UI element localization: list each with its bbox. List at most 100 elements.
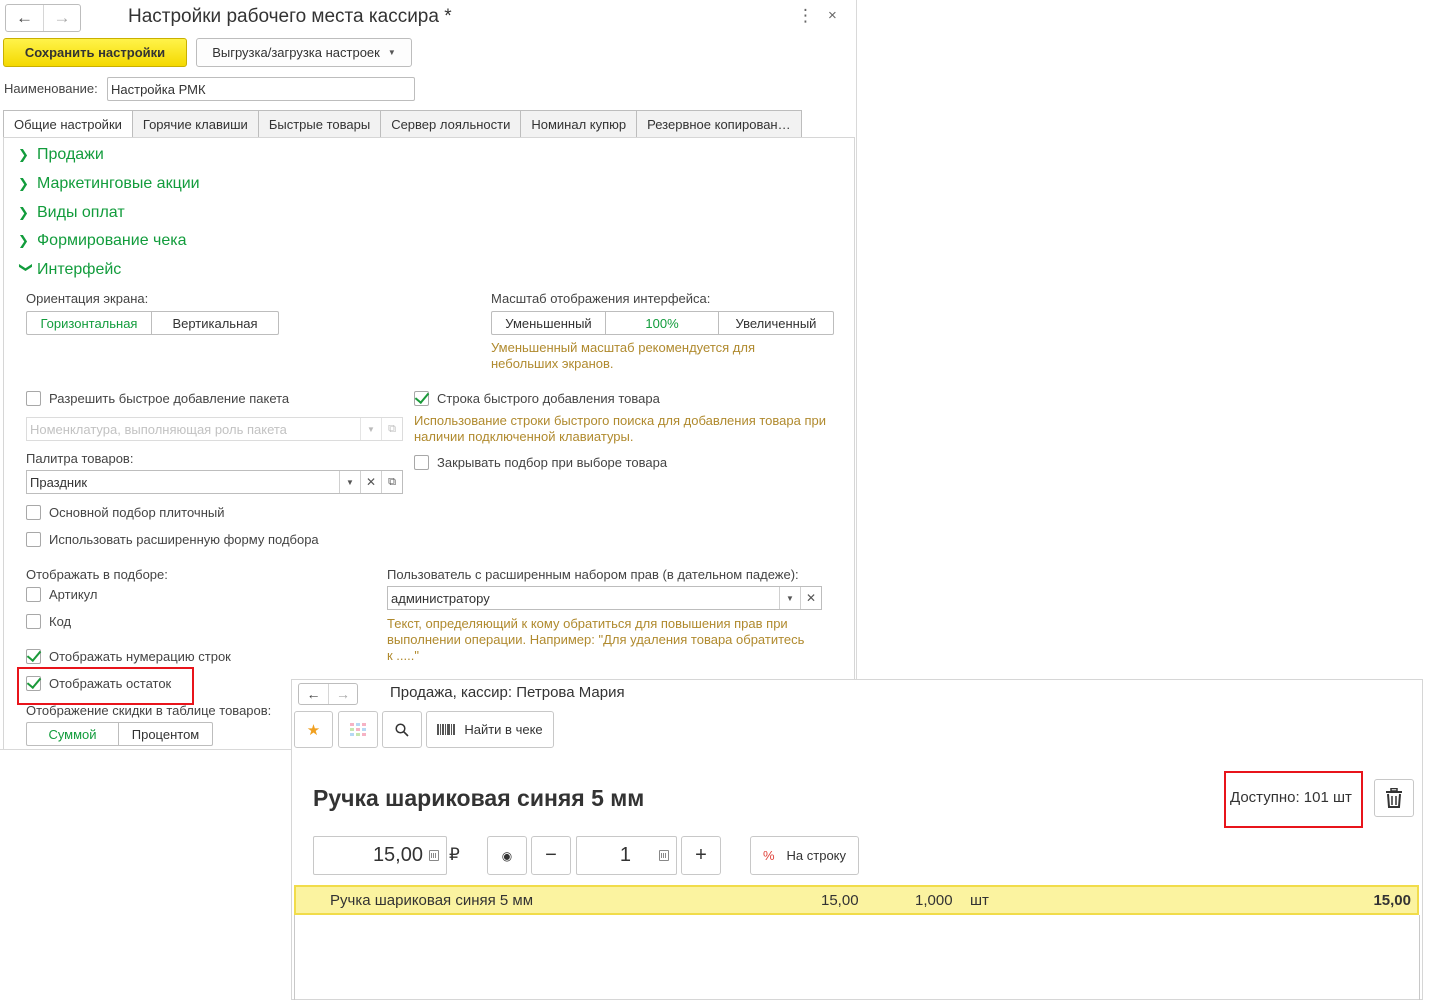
favorites-button[interactable]: ★: [294, 711, 333, 748]
palette-label: Палитра товаров:: [26, 451, 134, 466]
user-rights-hint: Текст, определяющий к кому обратиться дл…: [387, 616, 805, 663]
arrow-right-icon: →: [336, 686, 350, 702]
save-settings-button[interactable]: Сохранить настройки: [3, 38, 187, 67]
scale-label: Масштаб отображения интерфейса:: [491, 291, 711, 306]
caret-down-icon[interactable]: ▼: [339, 471, 360, 493]
clear-icon[interactable]: ✕: [800, 587, 821, 609]
checkbox-label: Разрешить быстрое добавление пакета: [49, 391, 290, 406]
table-row[interactable]: Ручка шариковая синяя 5 мм 15,00 1,000 ш…: [294, 885, 1419, 915]
section-payment-types[interactable]: ❯ Виды оплат: [18, 204, 125, 222]
quick-package-checkbox[interactable]: Разрешить быстрое добавление пакета: [26, 391, 289, 406]
scale-large[interactable]: Увеличенный: [718, 312, 833, 334]
name-input[interactable]: Настройка РМК: [107, 77, 415, 101]
section-label: Маркетинговые акции: [37, 175, 200, 192]
checkbox-box: [26, 649, 41, 664]
arrow-right-icon: →: [53, 8, 71, 27]
show-details-button[interactable]: ◉: [487, 836, 527, 875]
tab-hotkeys[interactable]: Горячие клавиши: [132, 110, 259, 138]
sale-window-title: Продажа, кассир: Петрова Мария: [390, 684, 625, 701]
orientation-horizontal[interactable]: Горизонтальная: [27, 312, 151, 334]
tile-selection-checkbox[interactable]: Основной подбор плиточный: [26, 505, 225, 520]
chevron-right-icon: ❯: [18, 147, 29, 162]
section-receipt[interactable]: ❯ Формирование чека: [18, 232, 187, 250]
tab-quick-items[interactable]: Быстрые товары: [258, 110, 382, 138]
discount-by-percent[interactable]: Процентом: [118, 723, 212, 745]
code-checkbox[interactable]: Код: [26, 614, 71, 629]
open-icon[interactable]: ⧉: [381, 471, 402, 493]
tab-loyalty-server[interactable]: Сервер лояльности: [381, 110, 522, 138]
row-total: 15,00: [1373, 891, 1411, 909]
article-checkbox[interactable]: Артикул: [26, 587, 97, 602]
calculator-icon[interactable]: [429, 850, 439, 861]
find-in-receipt-button[interactable]: Найти в чеке: [426, 711, 554, 748]
section-interface[interactable]: ❯ Интерфейс: [18, 261, 121, 279]
checkbox-label: Артикул: [49, 587, 98, 602]
package-item-placeholder: Номенклатура, выполняющая роль пакета: [30, 421, 287, 437]
nav-buttons: ← →: [5, 4, 81, 32]
decrease-quantity-button[interactable]: −: [531, 836, 571, 875]
chevron-right-icon: ❯: [18, 233, 29, 248]
section-sales[interactable]: ❯ Продажи: [18, 146, 104, 164]
discount-by-sum[interactable]: Суммой: [27, 723, 118, 745]
settings-window: ← → Настройки рабочего места кассира * ⋮…: [0, 0, 857, 750]
star-icon: ★: [306, 721, 321, 739]
tab-denominations[interactable]: Номинал купюр: [521, 110, 638, 138]
checkbox-box: [26, 587, 41, 602]
quantity-input[interactable]: 1: [576, 836, 677, 875]
section-marketing[interactable]: ❯ Маркетинговые акции: [18, 175, 200, 193]
quick-add-row-hint: Использование строки быстрого поиска для…: [414, 413, 826, 444]
orientation-selector: Горизонтальная Вертикальная: [26, 311, 279, 335]
more-icon[interactable]: ⋮: [797, 6, 814, 26]
palette-select[interactable]: Праздник ▼ ✕ ⧉: [26, 470, 403, 494]
row-name: Ручка шариковая синяя 5 мм: [330, 891, 534, 909]
tab-backup[interactable]: Резервное копирован…: [637, 110, 802, 138]
scale-small[interactable]: Уменьшенный: [492, 312, 605, 334]
search-button[interactable]: [382, 711, 422, 748]
user-rights-value: администратору: [391, 590, 490, 606]
line-discount-label: На строку: [786, 848, 847, 863]
currency-sign: ₽: [449, 845, 460, 864]
window-title: Настройки рабочего места кассира *: [128, 6, 452, 27]
back-button[interactable]: ←: [299, 684, 328, 704]
scale-hint: Уменьшенный масштаб рекомендуется для не…: [491, 340, 755, 371]
increase-quantity-button[interactable]: +: [681, 836, 721, 875]
export-import-label: Выгрузка/загрузка настроек: [212, 45, 380, 60]
calculator-icon[interactable]: [659, 850, 669, 861]
product-title: Ручка шариковая синяя 5 мм: [313, 785, 645, 811]
checkbox-label: Отображать нумерацию строк: [49, 649, 231, 664]
back-button[interactable]: ←: [6, 5, 43, 31]
tiles-icon: [350, 722, 366, 736]
close-icon[interactable]: ×: [828, 7, 837, 24]
checkbox-label: Код: [49, 614, 72, 629]
extended-form-checkbox[interactable]: Использовать расширенную форму подбора: [26, 532, 319, 547]
tiles-button[interactable]: [338, 711, 378, 748]
close-selection-checkbox[interactable]: Закрывать подбор при выборе товара: [414, 455, 667, 470]
arrow-left-icon: ←: [306, 686, 321, 702]
row-numbering-checkbox[interactable]: Отображать нумерацию строк: [26, 649, 231, 664]
highlight-show-stock: [17, 667, 194, 705]
orientation-vertical[interactable]: Вертикальная: [151, 312, 278, 334]
price-input[interactable]: 15,00: [313, 836, 447, 875]
checkbox-box: [26, 505, 41, 520]
percent-icon: %: [762, 848, 775, 863]
delete-button[interactable]: [1374, 779, 1414, 817]
trash-icon: [1386, 788, 1402, 808]
line-discount-button[interactable]: % На строку: [750, 836, 859, 875]
forward-button[interactable]: →: [328, 684, 357, 704]
sale-window: ← → Продажа, кассир: Петрова Мария ★ Най…: [291, 679, 1423, 1000]
export-import-button[interactable]: Выгрузка/загрузка настроек ▼: [196, 38, 412, 67]
row-quantity: 1,000: [915, 891, 953, 909]
chevron-right-icon: ❯: [18, 205, 29, 220]
section-label: Виды оплат: [37, 204, 125, 221]
highlight-available-stock: [1224, 771, 1363, 828]
user-rights-select[interactable]: администратору ▼ ✕: [387, 586, 822, 610]
row-unit: шт: [970, 891, 989, 909]
forward-button[interactable]: →: [43, 5, 80, 31]
scale-100[interactable]: 100%: [605, 312, 718, 334]
clear-icon[interactable]: ✕: [360, 471, 381, 493]
row-price: 15,00: [821, 891, 859, 909]
scale-selector: Уменьшенный 100% Увеличенный: [491, 311, 834, 335]
quick-add-row-checkbox[interactable]: Строка быстрого добавления товара: [414, 391, 660, 406]
tab-general[interactable]: Общие настройки: [3, 110, 133, 138]
caret-down-icon[interactable]: ▼: [779, 587, 800, 609]
